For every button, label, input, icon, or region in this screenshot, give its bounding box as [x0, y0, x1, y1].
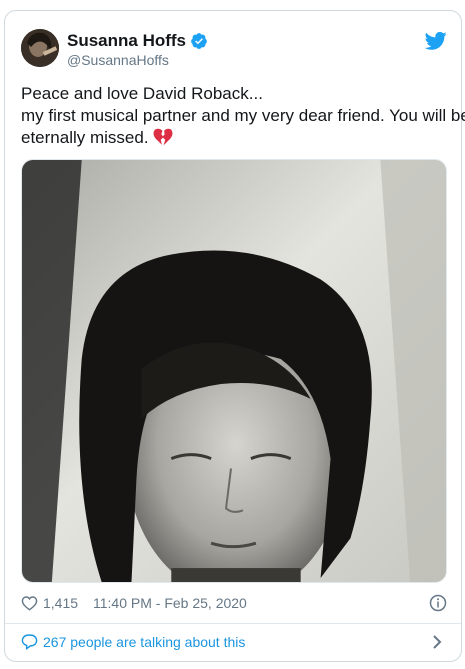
tweet-line: Peace and love David Roback... [21, 84, 263, 103]
like-heart-icon[interactable] [21, 595, 38, 611]
tweet-line-last: eternally missed. [21, 127, 451, 149]
author-name[interactable]: Susanna Hoffs [67, 31, 186, 51]
tweet-line: my first musical partner and my very dea… [21, 106, 465, 125]
chevron-right-icon [433, 635, 442, 649]
conversation-link[interactable]: 267 people are talking about this [21, 630, 447, 654]
tweet-photo[interactable] [21, 159, 447, 583]
author-handle[interactable]: @SusannaHoffs [67, 52, 169, 68]
avatar[interactable] [21, 29, 59, 67]
like-count[interactable]: 1,415 [43, 595, 78, 611]
timestamp[interactable]: 11:40 PM - Feb 25, 2020 [93, 595, 247, 611]
broken-heart-icon [153, 128, 173, 146]
portrait-image [22, 160, 446, 582]
tweet-meta: 1,415 11:40 PM - Feb 25, 2020 [21, 593, 447, 615]
verified-badge-icon [191, 33, 207, 49]
twitter-bird-icon[interactable] [425, 31, 447, 51]
divider [5, 623, 461, 624]
talking-label: 267 people are talking about this [43, 634, 246, 650]
info-icon[interactable] [429, 594, 447, 612]
tweet-card[interactable]: Susanna Hoffs @SusannaHoffs Peace and lo… [4, 10, 465, 662]
tweet-line: eternally missed. [21, 128, 149, 147]
author-row: Susanna Hoffs [67, 31, 208, 51]
reply-icon [21, 634, 38, 650]
tweet-text: Peace and love David Roback... my first … [21, 83, 465, 149]
avatar-image [21, 29, 59, 67]
tweet-header: Susanna Hoffs @SusannaHoffs [21, 29, 447, 73]
